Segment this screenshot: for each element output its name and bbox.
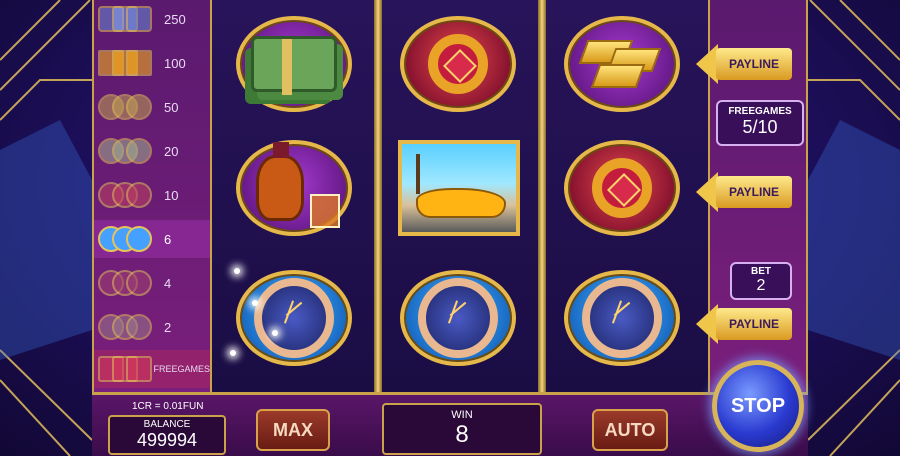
paytable-value: 250 <box>164 11 186 27</box>
watch-icon <box>236 270 352 366</box>
paytable-row: 10 <box>94 176 210 214</box>
payline-indicator[interactable]: PAYLINE <box>696 172 792 212</box>
paytable-row: FREEGAMES <box>94 350 210 388</box>
paytable: 250 100 50 20 10 6 4 2 FREEGAMES <box>92 0 212 392</box>
paytable-row-highlighted: 6 <box>94 220 210 258</box>
gold-bars-icon <box>98 92 158 122</box>
sparkle <box>230 350 236 356</box>
paytable-row: 50 <box>94 88 210 126</box>
paytable-value: 6 <box>164 231 172 247</box>
payline-indicator[interactable]: PAYLINE <box>696 44 792 84</box>
cash-stack-icon <box>98 136 158 166</box>
paytable-value: FREEGAMES <box>153 364 210 374</box>
sparkle <box>234 268 240 274</box>
win-label: WIN <box>451 409 473 421</box>
ring-icon <box>400 16 516 112</box>
sparkle <box>252 300 258 306</box>
balance-label: BALANCE <box>143 419 191 430</box>
reel-divider <box>538 0 546 392</box>
paytable-row: 250 <box>94 0 210 38</box>
bet-label: BET <box>751 266 771 277</box>
watch-icon <box>564 270 680 366</box>
bar-icon <box>98 312 158 342</box>
max-bet-button[interactable]: MAX <box>256 409 330 451</box>
cash-stack-icon <box>236 16 352 112</box>
credit-rate: 1CR = 0.01FUN <box>132 401 204 412</box>
bet-value: 2 <box>756 277 766 294</box>
gold-bars-icon <box>564 16 680 112</box>
paytable-value: 50 <box>164 99 179 115</box>
payline-label: PAYLINE <box>716 308 792 340</box>
control-bar: 1CR = 0.01FUN BALANCE 499994 MAX WIN 8 A… <box>92 392 808 456</box>
paytable-row: 2 <box>94 308 210 346</box>
paytable-value: 4 <box>164 275 172 291</box>
balance-display: BALANCE 499994 <box>108 415 226 455</box>
paytable-row: 20 <box>94 132 210 170</box>
paytable-value: 20 <box>164 143 179 159</box>
ring-icon <box>98 180 158 210</box>
auto-spin-button[interactable]: AUTO <box>592 409 668 451</box>
sports-car-icon <box>98 48 158 78</box>
paytable-row: 100 <box>94 44 210 82</box>
payline-indicator[interactable]: PAYLINE <box>696 304 792 344</box>
bet-display: BET 2 <box>730 262 792 300</box>
diamonds-icon <box>98 4 158 34</box>
sparkle <box>272 330 278 336</box>
payline-label: PAYLINE <box>716 48 792 80</box>
cognac-icon <box>98 268 158 298</box>
paytable-value: 2 <box>164 319 172 335</box>
balance-value: 499994 <box>136 430 198 450</box>
freegames-label: FREEGAMES <box>728 106 792 117</box>
arrow-left-icon <box>696 304 718 344</box>
cognac-icon <box>236 140 352 236</box>
stop-button[interactable]: STOP <box>712 360 804 452</box>
freegames-counter: FREEGAMES 5/10 <box>716 100 804 146</box>
reel-divider <box>374 0 382 392</box>
arrow-left-icon <box>696 44 718 84</box>
paytable-row: 4 <box>94 264 210 302</box>
bonus-icon <box>98 354 152 384</box>
freegames-value: 5/10 <box>742 117 778 137</box>
ring-icon <box>564 140 680 236</box>
sports-car-icon <box>398 140 520 236</box>
watch-icon <box>98 224 158 254</box>
win-display: WIN 8 <box>382 403 542 455</box>
reel-area <box>212 0 708 392</box>
paytable-value: 100 <box>164 55 186 71</box>
watch-icon <box>400 270 516 366</box>
side-panel: PAYLINE FREEGAMES 5/10 PAYLINE BET 2 PAY… <box>696 0 808 392</box>
arrow-left-icon <box>696 172 718 212</box>
paytable-value: 10 <box>164 187 179 203</box>
win-value: 8 <box>455 421 469 448</box>
payline-label: PAYLINE <box>716 176 792 208</box>
